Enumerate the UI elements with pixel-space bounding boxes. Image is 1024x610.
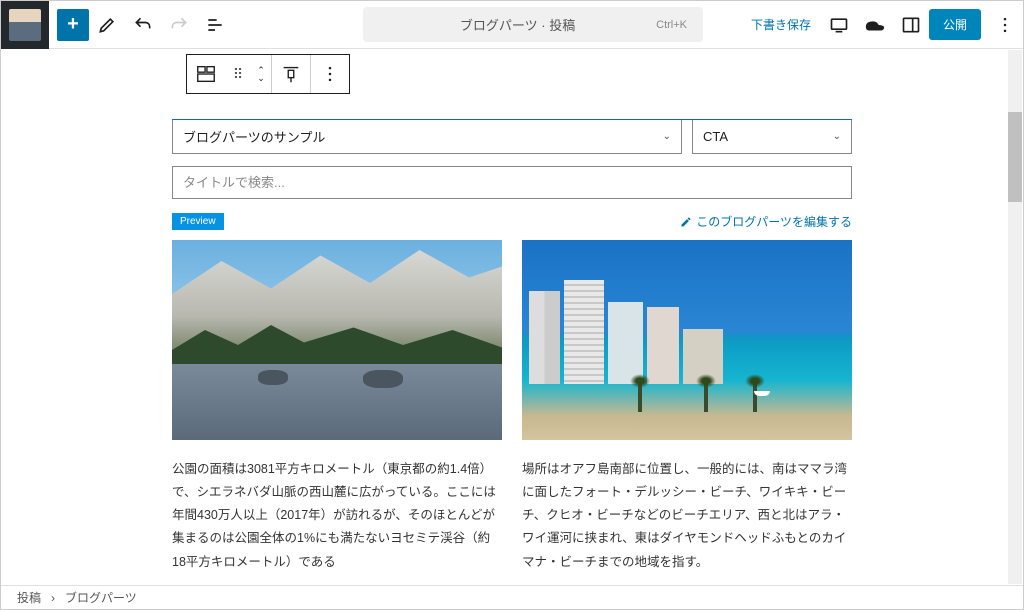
block-type-icon[interactable] [187, 55, 225, 93]
category-select-label: CTA [703, 129, 728, 144]
blog-part-select-label: ブログパーツのサンプル [183, 127, 325, 146]
card-image-waikiki [522, 240, 852, 440]
edit-blog-part-link[interactable]: このブログパーツを編集する [680, 213, 852, 230]
redo-icon[interactable] [161, 7, 197, 43]
jetpack-icon[interactable] [857, 7, 893, 43]
move-arrows-icon[interactable]: ⌃⌄ [251, 55, 271, 93]
card-text: 公園の面積は3081平方キロメートル（東京都の約1.4倍）で、シエラネバダ山脈の… [172, 458, 502, 574]
search-input[interactable] [172, 166, 852, 199]
preview-card: 公園の面積は3081平方キロメートル（東京都の約1.4倍）で、シエラネバダ山脈の… [172, 240, 502, 589]
sidebar-toggle-icon[interactable] [893, 7, 929, 43]
preview-badge: Preview [172, 213, 224, 230]
scrollbar[interactable] [1008, 50, 1022, 584]
edit-tool-icon[interactable] [89, 7, 125, 43]
edit-link-label: このブログパーツを編集する [696, 213, 852, 230]
save-draft-button[interactable]: 下書き保存 [751, 16, 811, 33]
drag-handle-icon[interactable]: ⠿ [225, 55, 251, 93]
chevron-down-icon: ⌄ [663, 131, 671, 142]
editor-top-bar: + ブログパーツ · 投稿 Ctrl+K 下書き保存 公開 [1, 1, 1023, 49]
site-avatar[interactable] [1, 1, 49, 49]
breadcrumb-root[interactable]: 投稿 [17, 589, 41, 606]
undo-icon[interactable] [125, 7, 161, 43]
publish-button[interactable]: 公開 [929, 9, 981, 40]
block-more-icon[interactable] [311, 55, 349, 93]
card-text: 場所はオアフ島南部に位置し、一般的には、南はママラ湾に面したフォート・デルッシー… [522, 458, 852, 574]
blog-part-select[interactable]: ブログパーツのサンプル ⌄ [172, 120, 682, 154]
block-toolbar: ⠿ ⌃⌄ [186, 54, 350, 94]
card-image-yosemite [172, 240, 502, 440]
document-title: ブログパーツ · 投稿 [379, 15, 656, 34]
category-select[interactable]: CTA ⌄ [692, 120, 852, 154]
chevron-down-icon: ⌄ [833, 131, 841, 142]
preview-card: 場所はオアフ島南部に位置し、一般的には、南はママラ湾に面したフォート・デルッシー… [522, 240, 852, 589]
add-block-button[interactable]: + [57, 9, 89, 41]
outline-icon[interactable] [197, 7, 233, 43]
preview-device-icon[interactable] [821, 7, 857, 43]
breadcrumb: 投稿 › ブログパーツ [1, 585, 1023, 609]
command-shortcut: Ctrl+K [656, 19, 687, 31]
breadcrumb-separator: › [51, 591, 55, 605]
breadcrumb-current[interactable]: ブログパーツ [65, 589, 137, 606]
more-options-icon[interactable] [987, 7, 1023, 43]
align-icon[interactable] [272, 55, 310, 93]
document-title-bar[interactable]: ブログパーツ · 投稿 Ctrl+K [363, 7, 703, 42]
editor-canvas: ブログパーツのサンプル ⌄ CTA ⌄ Preview このブログパーツを編集す… [1, 49, 1023, 589]
